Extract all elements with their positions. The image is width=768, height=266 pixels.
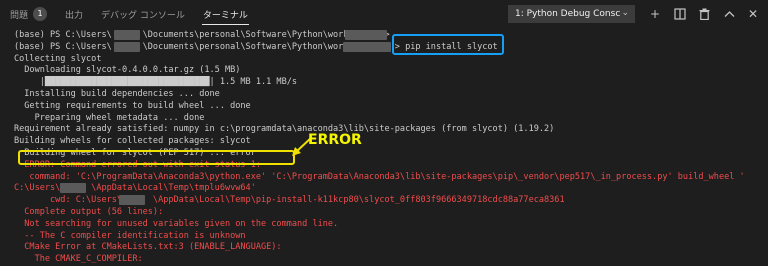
problems-count-badge: 1	[33, 7, 48, 21]
chevron-up-icon[interactable]	[721, 5, 737, 23]
terminal-selector-dropdown[interactable]: 1: Python Debug Consc ⌄	[508, 5, 635, 23]
error-annotation-label: ERROR	[308, 132, 362, 148]
terminal-output[interactable]: (base) PS C:\Users\ \Documents\personal\…	[14, 30, 764, 266]
redacted-username	[114, 42, 140, 52]
tab-output[interactable]: 出力	[56, 0, 92, 28]
terminal-line: Downloading slycot-0.4.0.0.tar.gz (1.5 M…	[14, 65, 241, 76]
terminal-selector-value: 1: Python Debug Consc	[515, 9, 621, 19]
trash-icon[interactable]	[696, 5, 712, 23]
tab-output-label: 出力	[65, 10, 84, 21]
terminal-line: command: 'C:\ProgramData\Anaconda3\pytho…	[14, 171, 745, 182]
terminal-line: Requirement already satisfied: numpy in …	[14, 124, 555, 135]
terminal-line: Preparing wheel metadata ... done	[14, 112, 205, 123]
redacted-username	[60, 183, 86, 193]
redacted-username	[119, 195, 145, 205]
error-line-highlight	[18, 150, 295, 165]
terminal-line: Not searching for unused variables given…	[14, 218, 339, 229]
terminal-line: |████████████████████████████████| 1.5 M…	[14, 77, 298, 88]
plus-icon[interactable]: +	[647, 5, 663, 23]
tab-debug-console-label: デバッグ コンソール	[101, 10, 185, 21]
split-icon[interactable]	[672, 5, 688, 23]
pip-command-highlight	[392, 34, 504, 55]
terminal-line: -- The C compiler identification is unkn…	[14, 230, 246, 241]
tab-terminal-label: ターミナル	[202, 10, 248, 21]
tab-terminal[interactable]: ターミナル	[194, 0, 257, 28]
close-icon[interactable]: ✕	[745, 5, 761, 23]
terminal-line: C:\Users\ \AppData\Local\Temp\tmplu6wvw6…	[14, 183, 256, 194]
terminal-line: The CMAKE_C_COMPILER:	[14, 254, 143, 265]
redacted-username	[114, 30, 140, 40]
terminal-line: Getting requirements to build wheel ... …	[14, 100, 251, 111]
tab-problems[interactable]: 問題 1	[0, 0, 56, 28]
redacted-folder	[343, 42, 391, 52]
terminal-line: Installing build dependencies ... done	[14, 88, 220, 99]
terminal-line: CMake Error at CMakeLists.txt:3 (ENABLE_…	[14, 242, 282, 253]
redacted-folder	[345, 30, 387, 40]
terminal-line: Building wheels for collected packages: …	[14, 136, 251, 147]
tab-debug-console[interactable]: デバッグ コンソール	[92, 0, 194, 28]
tab-problems-label: 問題	[10, 10, 29, 21]
terminal-line: Complete output (56 lines):	[14, 206, 164, 217]
terminal-line: Collecting slycot	[14, 53, 102, 64]
chevron-down-icon: ⌄	[621, 8, 629, 18]
